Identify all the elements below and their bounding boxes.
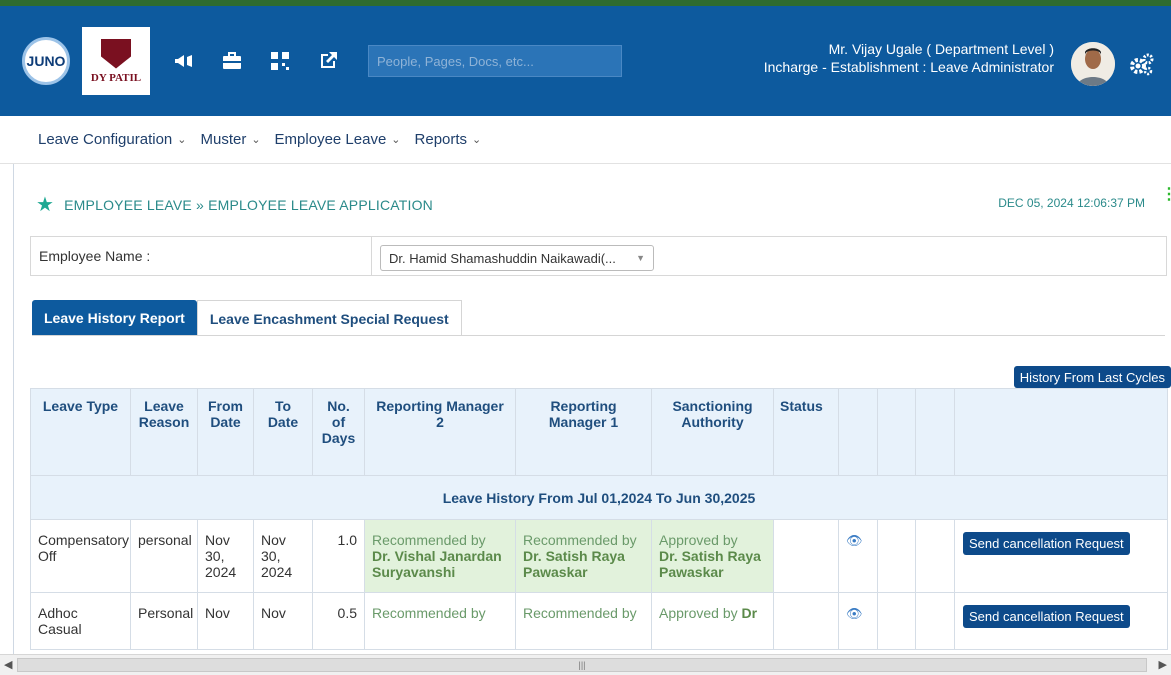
scrollbar-thumb[interactable]: |||	[17, 658, 1147, 672]
cell-reporting-manager-2: Recommended by Dr. Vishal Janardan Surya…	[364, 519, 516, 593]
rm1-name: Dr. Satish Raya Pawaskar	[523, 548, 625, 580]
chevron-down-icon: ⌄	[251, 134, 261, 146]
user-name: Mr. Vijay Ugale ( Department Level )	[828, 41, 1054, 57]
cell-view: 👁	[838, 592, 878, 650]
send-cancellation-request-button[interactable]: Send cancellation Request	[963, 605, 1130, 628]
external-link-icon[interactable]	[314, 47, 342, 75]
employee-filter: Employee Name : Dr. Hamid Shamashuddin N…	[30, 236, 1167, 276]
chevron-down-icon: ⌄	[472, 134, 482, 146]
employee-name-label: Employee Name :	[39, 248, 151, 264]
main-content: ★ EMPLOYEE LEAVE » EMPLOYEE LEAVE APPLIC…	[28, 164, 1171, 654]
cell-blank-2	[877, 592, 916, 650]
table-caption: Leave History From Jul 01,2024 To Jun 30…	[30, 475, 1168, 520]
col-no-of-days: No. of Days	[312, 388, 365, 476]
col-blank-1	[838, 388, 878, 476]
cell-action: Send cancellation Request	[954, 592, 1168, 650]
left-edge	[0, 164, 14, 654]
col-action	[954, 388, 1168, 476]
col-reporting-manager-2: Reporting Manager 2	[364, 388, 516, 476]
cell-sanctioning-authority: Approved by Dr	[651, 592, 774, 650]
col-to-date: To Date	[253, 388, 313, 476]
cell-to-date: Nov	[253, 592, 313, 650]
nav-muster[interactable]: Muster ⌄	[200, 131, 260, 148]
rm2-name: Dr. Vishal Janardan Suryavanshi	[372, 548, 502, 580]
cell-reporting-manager-1: Recommended by Dr. Satish Raya Pawaskar	[515, 519, 652, 593]
history-from-last-cycles-button[interactable]: History From Last Cycles	[1013, 366, 1171, 388]
rm1-prefix: Recommended by	[523, 532, 637, 548]
cell-no-of-days: 0.5	[312, 592, 365, 650]
cell-reporting-manager-2: Recommended by	[364, 592, 516, 650]
col-status: Status	[773, 388, 839, 476]
main-nav: Leave Configuration ⌄ Muster ⌄ Employee Le…	[0, 116, 1171, 164]
cell-blank-3	[915, 592, 955, 650]
cell-leave-type: Adhoc Casual	[30, 592, 131, 650]
nav-leave-configuration[interactable]: Leave Configuration ⌄	[38, 131, 186, 148]
app-header: JUNO DY PATIL Mr. Vijay Ugale ( Departme…	[0, 6, 1171, 116]
col-sanctioning-authority: Sanctioning Authority	[651, 388, 774, 476]
tab-underline	[32, 335, 1165, 336]
chevron-down-icon: ⌄	[391, 134, 401, 146]
avatar[interactable]	[1071, 42, 1115, 86]
tab-leave-history-report[interactable]: Leave History Report	[32, 300, 197, 336]
scroll-left-icon[interactable]: ◀	[4, 658, 12, 671]
table-row: Compensatory Off personal Nov 30, 2024 N…	[30, 519, 1168, 593]
nav-reports[interactable]: Reports ⌄	[415, 131, 482, 148]
col-blank-2	[877, 388, 916, 476]
table-caption-row: Leave History From Jul 01,2024 To Jun 30…	[30, 475, 1168, 520]
cell-blank-2	[877, 519, 916, 593]
dy-patil-shield-icon	[101, 38, 131, 69]
cell-view: 👁	[838, 519, 878, 593]
cell-sanctioning-authority: Approved by Dr. Satish Raya Pawaskar	[651, 519, 774, 593]
tab-bar: Leave History Report Leave Encashment Sp…	[32, 300, 462, 336]
user-role: Incharge - Establishment : Leave Adminis…	[763, 59, 1054, 75]
breadcrumb: ★ EMPLOYEE LEAVE » EMPLOYEE LEAVE APPLIC…	[36, 192, 433, 217]
eye-icon[interactable]: 👁	[846, 533, 863, 548]
scroll-right-icon[interactable]: ▶	[1159, 658, 1167, 671]
tab-leave-encashment-special-request[interactable]: Leave Encashment Special Request	[196, 300, 462, 336]
juno-logo[interactable]: JUNO	[22, 37, 70, 85]
send-cancellation-request-button[interactable]: Send cancellation Request	[963, 532, 1130, 555]
star-icon[interactable]: ★	[36, 192, 54, 217]
kebab-menu-icon[interactable]: ⋮	[1161, 187, 1171, 203]
divider	[371, 237, 372, 275]
table-row: Adhoc Casual Personal Nov Nov 0.5 Recomm…	[30, 592, 1168, 650]
cell-leave-reason: Personal	[130, 592, 198, 650]
dy-patil-logo[interactable]: DY PATIL	[82, 27, 150, 95]
col-reporting-manager-1: Reporting Manager 1	[515, 388, 652, 476]
table-header-row: Leave Type Leave Reason From Date To Dat…	[30, 388, 1168, 476]
megaphone-icon[interactable]	[170, 47, 198, 75]
horizontal-scrollbar[interactable]: ◀ ||| ▶	[0, 654, 1171, 675]
rm2-prefix: Recommended by	[372, 532, 486, 548]
cell-from-date: Nov	[197, 592, 254, 650]
eye-icon[interactable]: 👁	[846, 606, 863, 621]
qr-code-icon[interactable]	[266, 47, 294, 75]
dropdown-arrow-icon: ▼	[636, 253, 645, 263]
current-datetime: DEC 05, 2024 12:06:37 PM	[998, 196, 1145, 210]
col-blank-3	[915, 388, 955, 476]
cell-reporting-manager-1: Recommended by	[515, 592, 652, 650]
user-info: Mr. Vijay Ugale ( Department Level ) Inc…	[764, 40, 1054, 76]
sa-prefix: Approved by	[659, 532, 738, 548]
cell-leave-type: Compensatory Off	[30, 519, 131, 593]
col-from-date: From Date	[197, 388, 254, 476]
nav-employee-leave[interactable]: Employee Leave ⌄	[275, 131, 401, 148]
settings-gear-icon[interactable]	[1129, 52, 1155, 78]
cell-leave-reason: personal	[130, 519, 198, 593]
sa-name: Dr. Satish Raya Pawaskar	[659, 548, 761, 580]
cell-action: Send cancellation Request	[954, 519, 1168, 593]
cell-no-of-days: 1.0	[312, 519, 365, 593]
cell-blank-3	[915, 519, 955, 593]
chevron-down-icon: ⌄	[177, 134, 187, 146]
briefcase-icon[interactable]	[218, 47, 246, 75]
leave-history-table: Leave History From Jul 01,2024 To Jun 30…	[30, 388, 1168, 650]
col-leave-reason: Leave Reason	[130, 388, 198, 476]
cell-status	[773, 519, 839, 593]
employee-select[interactable]: Dr. Hamid Shamashuddin Naikawadi(... ▼	[380, 245, 654, 271]
col-leave-type: Leave Type	[30, 388, 131, 476]
cell-from-date: Nov 30, 2024	[197, 519, 254, 593]
search-input[interactable]	[368, 45, 622, 77]
cell-to-date: Nov 30, 2024	[253, 519, 313, 593]
cell-status	[773, 592, 839, 650]
